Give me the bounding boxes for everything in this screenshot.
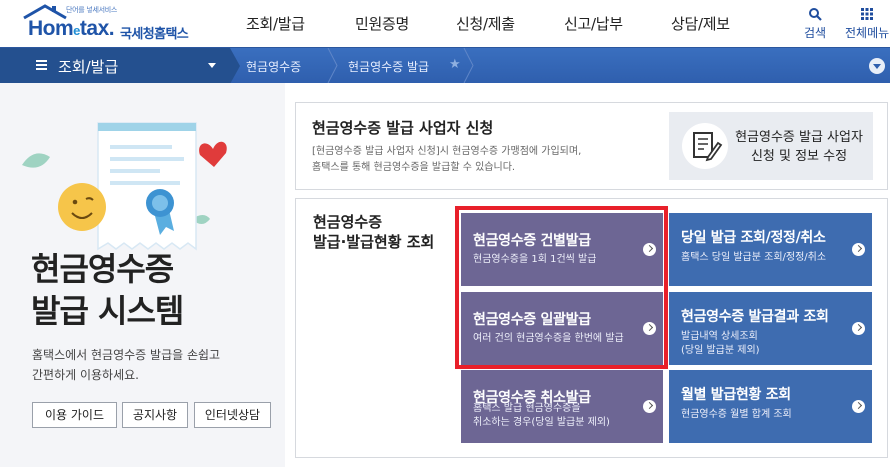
individual-issue-button[interactable]: 현금영수증 건별발급 현금영수증을 1회 1건씩 발급 (461, 213, 663, 286)
cancel-issue-button[interactable]: 현금영수증 취소발급 홈택스 발급 현금영수증을 취소하는 경우(당일 발급분 … (461, 370, 663, 443)
logo-tagline: 단어를 넣세서비스 (66, 6, 118, 14)
breadcrumb-separator (230, 48, 240, 84)
tile-description: 홈택스 당일 발급분 조회/정정/취소 (681, 252, 827, 263)
search-label: 검색 (804, 26, 827, 40)
chevron-down-icon (208, 63, 216, 68)
logo-brand-en: Hometax. (28, 17, 115, 40)
breadcrumb-separator (463, 48, 474, 83)
all-menu-label: 전체메뉴 (845, 26, 890, 40)
internet-consult-button[interactable]: 인터넷상담 (194, 402, 271, 428)
business-register-panel: 현금영수증 발급 사업자 신청 [현금영수증 발급 사업자 신청]시 현금영수증… (295, 102, 888, 190)
tile-title: 현금영수증 발급결과 조회 (681, 309, 829, 325)
same-day-issue-inquiry-button[interactable]: 당일 발급 조회/정정/취소 홈택스 당일 발급분 조회/정정/취소 (669, 213, 872, 286)
register-description: [현금영수증 발급 사업자 신청]시 현금영수증 가맹점에 가입되며, 홈택스를… (312, 146, 582, 173)
breadcrumb-separator (327, 48, 338, 83)
tile-description: 현금영수증 월별 합계 조회 (681, 409, 792, 420)
chevron-right-icon (852, 243, 865, 256)
grid-menu-icon (861, 8, 874, 20)
chevron-right-icon (643, 243, 656, 256)
nav-item-report-pay[interactable]: 신고/납부 (564, 13, 623, 34)
issue-result-inquiry-button[interactable]: 현금영수증 발급결과 조회 발급내역 상세조회 (당일 발급분 제외) (669, 292, 872, 365)
register-title: 현금영수증 발급 사업자 신청 (312, 119, 494, 137)
breadcrumb: 조회/발급 현금영수증 현금영수증 발급 ★ (0, 47, 890, 84)
breadcrumb-item-cash-receipt[interactable]: 현금영수증 (246, 58, 301, 75)
tile-description: 현금영수증을 1회 1건씩 발급 (473, 254, 597, 265)
chevron-right-icon (643, 322, 656, 335)
logo-brand-ko: 국세청홈택스 (120, 27, 189, 42)
tile-description: 홈택스 발급 현금영수증을 취소하는 경우(당일 발급분 제외) (473, 403, 610, 428)
all-menu-button[interactable]: 전체메뉴 (845, 7, 889, 41)
business-register-button[interactable]: 현금영수증 발급 사업자 신청 및 정보 수정 (669, 112, 873, 180)
hero-panel: 현금영수증 발급 시스템 홈택스에서 현금영수증 발급을 손쉽고 간편하게 이용… (0, 83, 285, 467)
hamburger-icon (36, 60, 47, 70)
breadcrumb-menu-label: 조회/발급 (58, 58, 119, 76)
nav-item-apply-submit[interactable]: 신청/제출 (456, 13, 515, 34)
nav-item-consult-report[interactable]: 상담/제보 (671, 13, 730, 34)
tile-title: 당일 발급 조회/정정/취소 (681, 230, 826, 246)
document-edit-icon (693, 132, 723, 162)
star-icon[interactable]: ★ (449, 57, 461, 72)
notice-button[interactable]: 공지사항 (122, 402, 188, 428)
business-register-button-label: 현금영수증 발급 사업자 신청 및 정보 수정 (735, 130, 863, 164)
tile-description: 발급내역 상세조회 (당일 발급분 제외) (681, 331, 760, 356)
chevron-right-icon (852, 322, 865, 335)
breadcrumb-menu-dropdown[interactable]: 조회/발급 (0, 48, 230, 83)
breadcrumb-item-cash-receipt-issue[interactable]: 현금영수증 발급 (348, 58, 429, 75)
hometax-logo[interactable]: 단어를 넣세서비스 Hometax. 국세청홈택스 (22, 4, 202, 44)
batch-issue-button[interactable]: 현금영수증 일괄발급 여러 건의 현금영수증을 한번에 발급 (461, 292, 663, 365)
collapse-toggle-icon[interactable] (869, 58, 885, 74)
tile-description: 여러 건의 현금영수증을 한번에 발급 (473, 333, 624, 344)
top-header: 단어를 넣세서비스 Hometax. 국세청홈택스 조회/발급 민원증명 신청/… (0, 0, 890, 47)
nav-item-civil-certificate[interactable]: 민원증명 (355, 13, 409, 34)
receipt-illustration (22, 122, 227, 251)
chevron-right-icon (643, 400, 656, 413)
search-icon (809, 8, 822, 21)
search-button[interactable]: 검색 (804, 7, 826, 41)
hero-description: 홈택스에서 현금영수증 발급을 손쉽고 간편하게 이용하세요. (32, 348, 221, 382)
usage-guide-button[interactable]: 이용 가이드 (32, 402, 117, 428)
hero-title: 현금영수증 발급 시스템 (31, 250, 184, 330)
monthly-issue-status-button[interactable]: 월별 발급현황 조회 현금영수증 월별 합계 조회 (669, 370, 872, 443)
tile-title: 현금영수증 일괄발급 (473, 312, 591, 328)
tile-title: 현금영수증 건별발급 (473, 233, 591, 249)
chevron-right-icon (852, 400, 865, 413)
issue-section-title: 현금영수증 발급·발급현황 조회 (313, 213, 435, 251)
tile-title: 월별 발급현황 조회 (681, 387, 791, 403)
nav-item-inquiry-issue[interactable]: 조회/발급 (246, 13, 305, 34)
